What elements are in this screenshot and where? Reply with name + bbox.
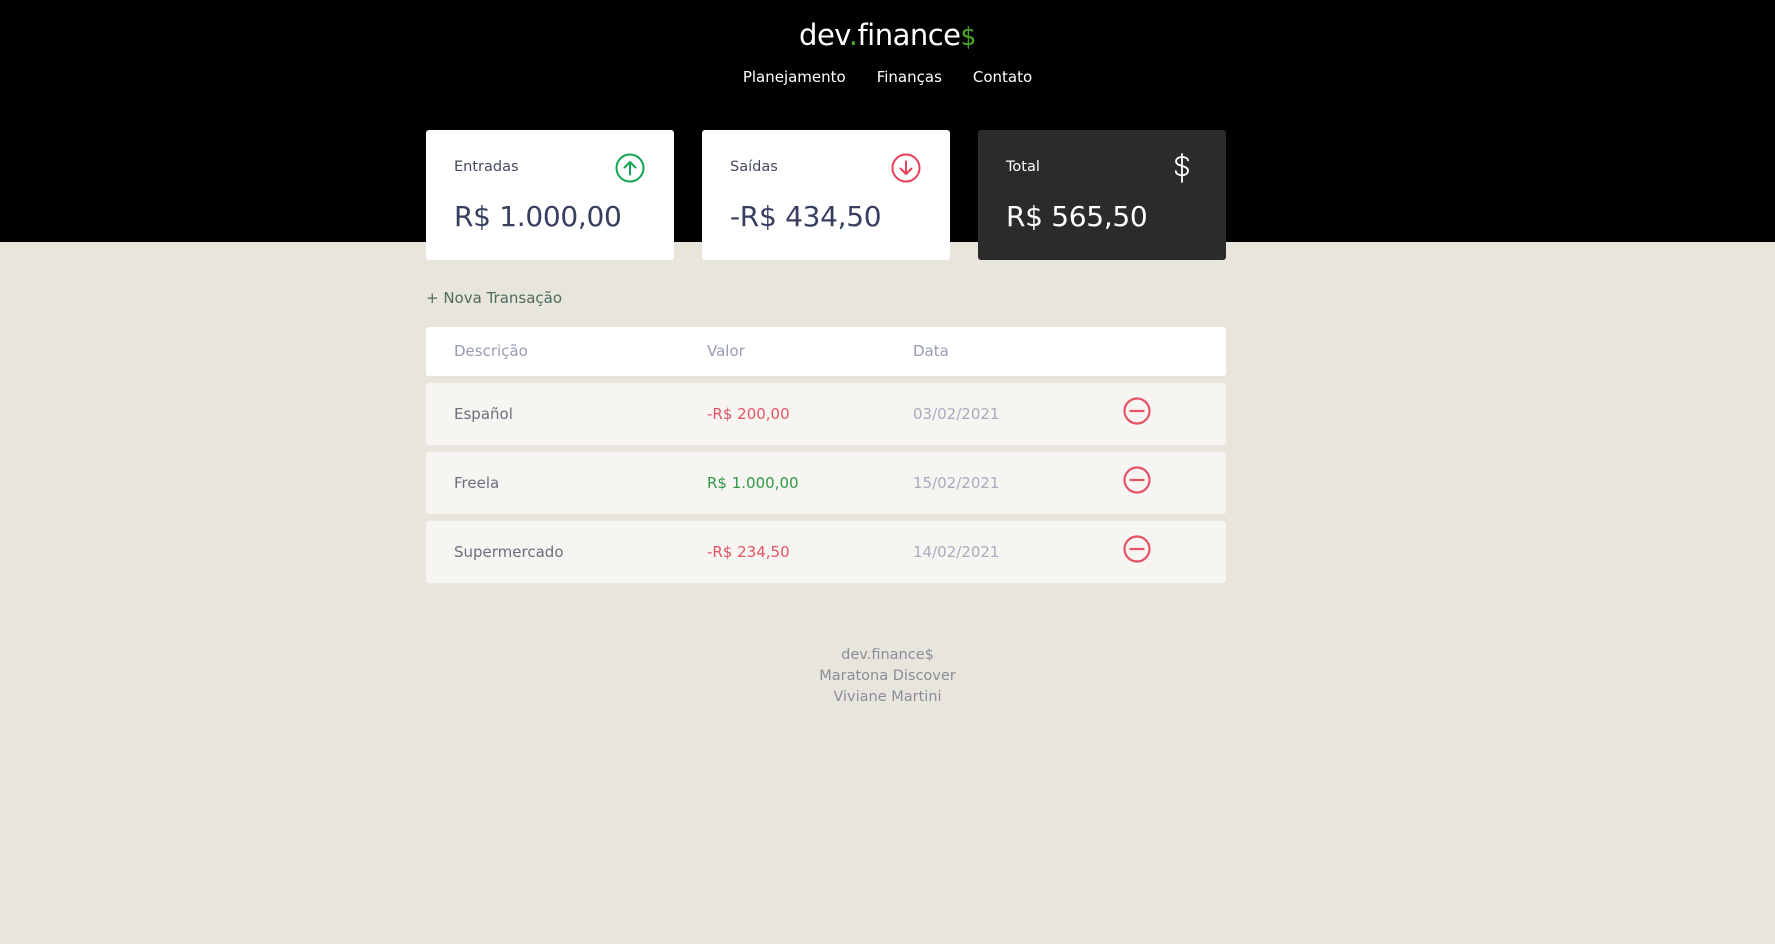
row-date: 15/02/2021 xyxy=(913,474,1000,492)
nav-link-planejamento[interactable]: Planejamento xyxy=(743,66,846,88)
balance-cards: Entradas R$ 1.000,00 Saídas -R$ 434,50 T… xyxy=(426,130,1226,260)
remove-transaction-icon[interactable] xyxy=(1122,534,1152,564)
table-header: Descrição Valor Data xyxy=(426,327,1226,376)
logo-prefix: dev xyxy=(799,18,849,52)
income-card-title: Entradas xyxy=(454,159,519,175)
footer-event: Maratona Discover xyxy=(819,668,956,684)
total-card-value: R$ 565,50 xyxy=(1006,200,1148,233)
header-date: Data xyxy=(913,342,949,360)
income-card: Entradas R$ 1.000,00 xyxy=(426,130,674,260)
total-card-title: Total xyxy=(1006,159,1040,175)
main-nav: Planejamento Finanças Contato xyxy=(0,66,1775,88)
nav-link-financas[interactable]: Finanças xyxy=(877,66,942,88)
table-row: Supermercado -R$ 234,50 14/02/2021 xyxy=(426,521,1226,583)
row-description: Freela xyxy=(454,474,500,492)
nav-link-contato[interactable]: Contato xyxy=(973,66,1032,88)
logo[interactable]: dev.finance$ xyxy=(0,15,1775,57)
new-transaction-button[interactable]: + Nova Transação xyxy=(426,288,562,308)
row-amount: R$ 1.000,00 xyxy=(707,474,799,492)
row-date: 03/02/2021 xyxy=(913,405,1000,423)
header-amount: Valor xyxy=(707,342,745,360)
row-description: Supermercado xyxy=(454,543,564,561)
remove-transaction-icon[interactable] xyxy=(1122,396,1152,426)
arrow-down-circle-icon xyxy=(890,152,922,184)
total-card: Total R$ 565,50 xyxy=(978,130,1226,260)
row-amount: -R$ 234,50 xyxy=(707,543,790,561)
row-description: Español xyxy=(454,405,513,423)
expense-card-value: -R$ 434,50 xyxy=(730,200,882,233)
expense-card-title: Saídas xyxy=(730,159,778,175)
table-row: Español -R$ 200,00 03/02/2021 xyxy=(426,383,1226,445)
footer-brand: dev.finance$ xyxy=(841,647,934,663)
row-date: 14/02/2021 xyxy=(913,543,1000,561)
expense-card: Saídas -R$ 434,50 xyxy=(702,130,950,260)
footer-author: Viviane Martini xyxy=(833,689,942,705)
arrow-up-circle-icon xyxy=(614,152,646,184)
logo-name: finance xyxy=(857,18,961,52)
row-amount: -R$ 200,00 xyxy=(707,405,790,423)
footer: dev.finance$ Maratona Discover Viviane M… xyxy=(0,645,1775,708)
remove-transaction-icon[interactable] xyxy=(1122,465,1152,495)
logo-dollar: $ xyxy=(960,22,977,51)
transactions-table: Descrição Valor Data Español -R$ 200,00 … xyxy=(426,327,1226,583)
dollar-icon xyxy=(1166,152,1198,184)
table-row: Freela R$ 1.000,00 15/02/2021 xyxy=(426,452,1226,514)
header-description: Descrição xyxy=(454,342,528,360)
income-card-value: R$ 1.000,00 xyxy=(454,200,622,233)
